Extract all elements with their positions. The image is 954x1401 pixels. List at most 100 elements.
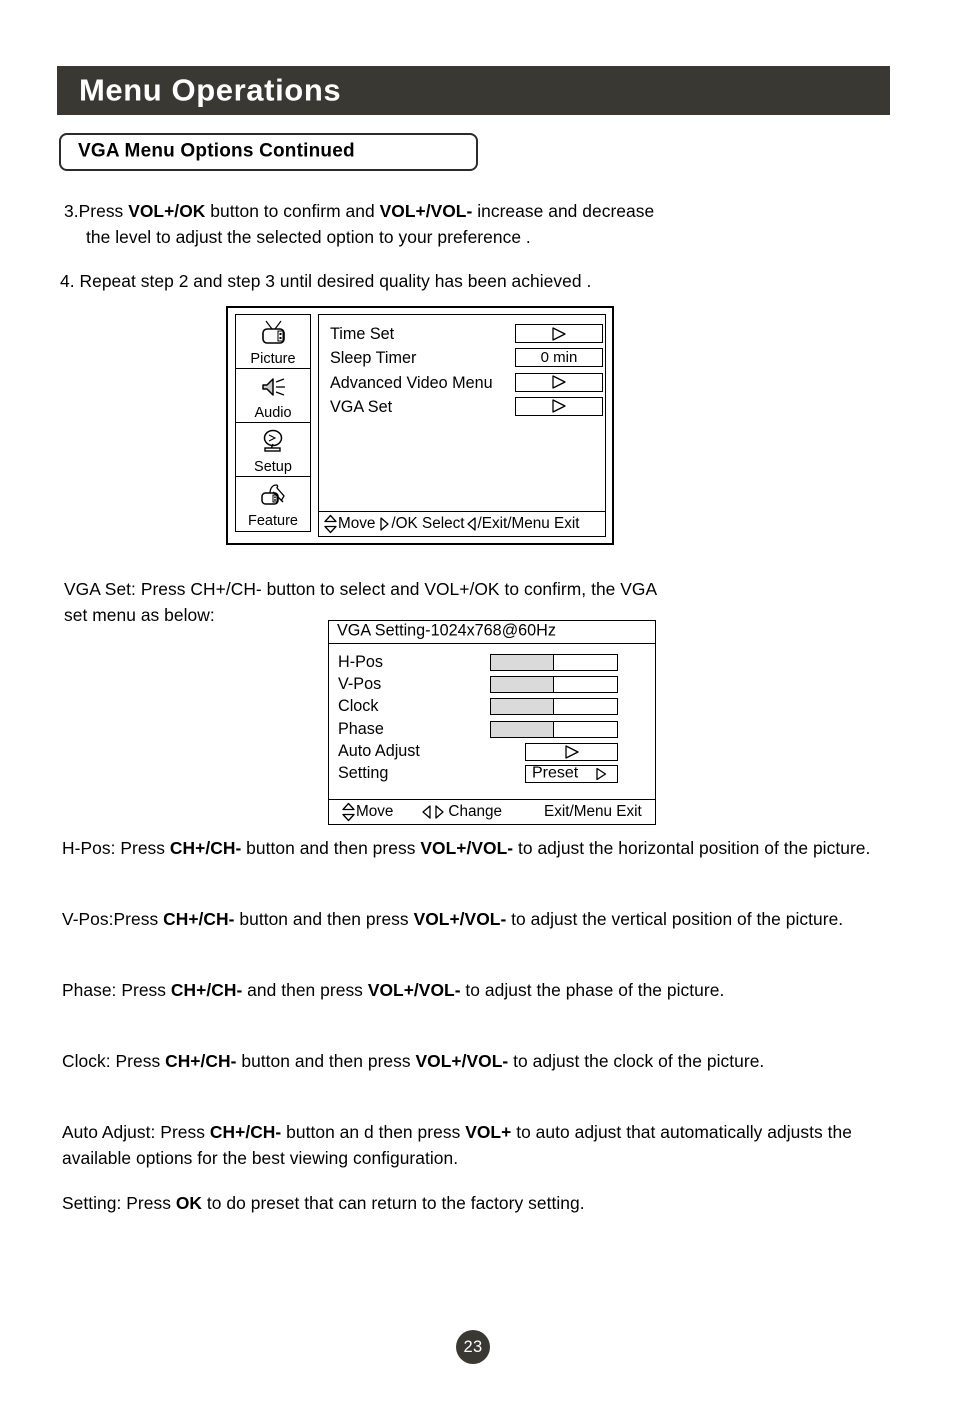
page-title: Menu Operations — [79, 71, 342, 107]
h-pos-slider[interactable] — [490, 654, 618, 671]
vga-row-label: Setting — [338, 763, 389, 782]
desc-mid: button and then press — [234, 909, 414, 929]
osd-row-label: VGA Set — [330, 397, 393, 416]
step3-post: increase and decrease — [472, 201, 655, 221]
step3-mid: button to confirm and — [205, 201, 380, 221]
desc-mid: and then press — [242, 980, 368, 1000]
desc-mid: button an d then press — [281, 1122, 466, 1142]
osd-row-advanced-video-menu[interactable]: Advanced Video Menu — [319, 372, 605, 397]
setting-description: Setting: Press OK to do preset that can … — [62, 1190, 892, 1216]
osd-main-footer: Move /OK Select /Exit/Menu Exit — [319, 511, 605, 536]
desc-bold-ch: CH+/CH- — [170, 980, 243, 1000]
vga-intro-line2: set menu as below: — [64, 605, 215, 625]
chevron-right-icon — [596, 767, 607, 781]
phase-slider[interactable] — [490, 720, 618, 738]
clock-slider[interactable] — [490, 698, 618, 716]
vga-row-label: V-Pos — [338, 675, 382, 694]
sidebar-item-audio[interactable]: Audio — [235, 368, 311, 424]
page-number: 23 — [463, 1337, 483, 1356]
desc-mid: button and then press — [241, 838, 421, 858]
left-right-arrows-icon — [421, 804, 445, 820]
sidebar-item-feature-label: Feature — [248, 512, 298, 529]
desc-mid: to do preset that can return to the fact… — [202, 1193, 585, 1213]
desc-mid: button and then press — [236, 1051, 416, 1071]
h-pos-description: H-Pos: Press CH+/CH- button and then pre… — [62, 835, 892, 861]
vga-footer-exit-label: Exit/Menu Exit — [544, 803, 642, 820]
step3-line2: the level to adjust the selected option … — [86, 227, 531, 247]
desc-bold-vol: VOL+/VOL- — [413, 909, 507, 929]
osd-footer-exit-label: /Exit/Menu Exit — [477, 515, 580, 532]
section-heading-label: VGA Menu Options Continued — [78, 140, 355, 162]
v-pos-description: V-Pos:Press CH+/CH- button and then pres… — [62, 906, 892, 932]
osd-footer-select-label: /OK Select — [391, 515, 465, 532]
clock-description: Clock: Press CH+/CH- button and then pre… — [62, 1048, 892, 1074]
vga-row-phase[interactable]: Phase — [329, 720, 655, 742]
desc-bold-vol: VOL+/VOL- — [367, 980, 461, 1000]
slider-fill — [491, 721, 554, 737]
vga-intro-line1: VGA Set: Press CH+/CH- button to select … — [64, 579, 658, 599]
page-number-badge: 23 — [456, 1330, 490, 1364]
slider-fill — [491, 699, 554, 715]
desc-bold-ch: CH+/CH- — [209, 1122, 282, 1142]
right-arrow-icon — [378, 516, 390, 532]
osd-row-sleep-timer[interactable]: Sleep Timer 0 min — [319, 348, 605, 372]
desc-post: to adjust the horizontal position of the… — [513, 838, 871, 858]
desc-pre: Clock: Press — [62, 1051, 166, 1071]
osd-row-value-box[interactable] — [515, 372, 603, 392]
chevron-right-icon — [564, 745, 579, 759]
desc-pre: H-Pos: Press — [62, 838, 170, 858]
desc-bold-vol: VOL+/VOL- — [420, 838, 514, 858]
osd-vga-setting-diagram: VGA Setting-1024x768@60Hz H-Pos V-Pos Cl… — [328, 620, 656, 825]
sidebar-item-setup-label: Setup — [254, 458, 292, 475]
step-3-paragraph: 3.Press VOL+/OK button to confirm and VO… — [64, 198, 864, 250]
osd-vga-footer: Move Change Exit/Menu Exit — [329, 799, 655, 824]
step3-bold-vol-ok: VOL+/OK — [128, 201, 206, 221]
desc-pre: Auto Adjust: Press — [62, 1122, 210, 1142]
sidebar-item-audio-label: Audio — [254, 404, 292, 421]
vga-row-h-pos[interactable]: H-Pos — [329, 653, 655, 675]
osd-main-panel: Time Set Sleep Timer 0 min Advanced Vide… — [318, 314, 606, 537]
sidebar-item-setup[interactable]: Setup — [235, 422, 311, 478]
vga-row-label: H-Pos — [338, 653, 383, 671]
setting-preset-button[interactable]: Preset — [525, 764, 618, 783]
vga-row-auto-adjust[interactable]: Auto Adjust — [329, 742, 655, 764]
osd-footer-move-label: Move — [338, 515, 376, 532]
chevron-right-icon — [552, 326, 566, 341]
auto-adjust-button[interactable] — [525, 742, 618, 761]
hand-remote-icon — [236, 479, 310, 511]
up-down-arrows-icon — [323, 514, 338, 534]
osd-row-value-box[interactable]: 0 min — [515, 348, 603, 368]
osd-row-value-box[interactable] — [515, 396, 603, 416]
satellite-dish-icon — [236, 425, 310, 457]
v-pos-slider[interactable] — [490, 676, 618, 694]
sidebar-item-feature[interactable]: Feature — [235, 476, 311, 532]
osd-row-vga-set[interactable]: VGA Set — [319, 396, 605, 421]
vga-row-clock[interactable]: Clock — [329, 697, 655, 719]
osd-vga-row-list: H-Pos V-Pos Clock Phase Auto Adjust Sett… — [329, 653, 655, 786]
osd-row-value-box[interactable] — [515, 324, 603, 343]
vga-row-setting[interactable]: Setting Preset — [329, 764, 655, 786]
desc-pre: V-Pos:Press — [62, 909, 164, 929]
phase-description: Phase: Press CH+/CH- and then press VOL+… — [62, 977, 892, 1003]
desc-bold-ch: CH+/CH- — [163, 909, 235, 929]
tv-icon — [236, 317, 310, 349]
osd-row-label: Time Set — [330, 325, 395, 343]
slider-fill — [491, 655, 554, 670]
desc-bold-ch: CH+/CH- — [169, 838, 242, 858]
vga-row-label: Clock — [338, 697, 379, 716]
osd-main-row-list: Time Set Sleep Timer 0 min Advanced Vide… — [319, 315, 605, 421]
vga-row-label: Phase — [338, 719, 384, 738]
osd-sidebar: Picture Audio Setup Feature — [235, 314, 311, 537]
desc-post: to adjust the phase of the picture. — [460, 980, 725, 1000]
osd-row-time-set[interactable]: Time Set — [319, 324, 605, 348]
desc-bold-vol: VOL+ — [465, 1122, 512, 1142]
vga-row-v-pos[interactable]: V-Pos — [329, 675, 655, 697]
sidebar-item-picture[interactable]: Picture — [235, 314, 311, 370]
desc-post: to adjust the vertical position of the p… — [506, 909, 844, 929]
desc-pre: Setting: Press — [62, 1193, 176, 1213]
desc-bold-vol: VOL+/VOL- — [415, 1051, 509, 1071]
osd-vga-body: H-Pos V-Pos Clock Phase Auto Adjust Sett… — [328, 644, 656, 825]
osd-vga-title-bar: VGA Setting-1024x768@60Hz — [328, 620, 656, 644]
setting-preset-label: Preset — [532, 764, 579, 782]
osd-vga-title-label: VGA Setting-1024x768@60Hz — [337, 621, 556, 640]
